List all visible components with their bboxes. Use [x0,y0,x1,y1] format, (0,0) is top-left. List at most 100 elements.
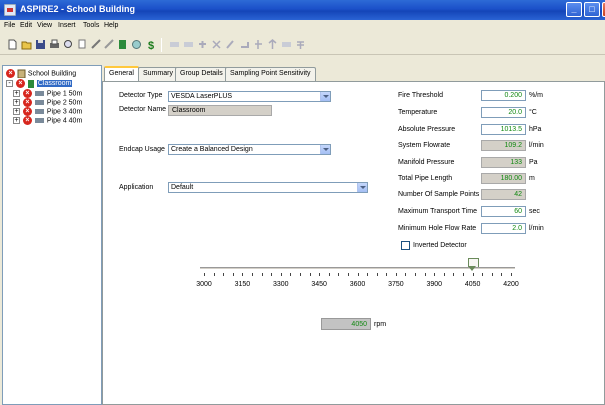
error-icon: × [15,79,25,88]
building-icon [17,69,26,78]
tool-f-icon[interactable] [281,39,292,50]
menu-file[interactable]: File [4,22,15,29]
expand-icon[interactable]: + [13,117,20,124]
param-label: System Flowrate [398,142,451,149]
menu-insert[interactable]: Insert [58,22,76,29]
print-icon[interactable] [49,39,60,50]
detector-name-label: Detector Name [119,106,167,113]
slider-tick [491,273,493,276]
inverted-detector-checkbox[interactable] [401,241,410,250]
maximize-button[interactable]: □ [584,2,600,17]
new-icon[interactable] [7,39,18,50]
param-label: Minimum Hole Flow Rate [398,225,477,232]
slider-tick [357,273,359,276]
expand-icon[interactable]: + [13,108,20,115]
title-bar[interactable]: ASPIRE2 - School Building _ □ × [0,0,605,20]
tree-label: School Building [27,70,77,78]
param-value[interactable]: 2.0 [481,223,526,234]
application-label: Application [119,184,154,191]
minimize-button[interactable]: _ [566,2,582,17]
cap-icon[interactable] [197,39,208,50]
endcap-usage-value: Create a Balanced Design [171,146,253,153]
application-select[interactable]: Default [168,182,368,193]
project-tree[interactable]: × School Building - × Classroom + × Pipe… [2,65,102,405]
tool-a-icon[interactable] [169,39,180,50]
pipe-icon [34,100,44,105]
tree-node-building[interactable]: × School Building [6,69,76,78]
detector-name-field[interactable]: Classroom [168,105,272,116]
tab-general[interactable]: General [104,66,139,81]
tree-label: Classroom [36,80,73,88]
expand-icon[interactable]: + [13,90,20,97]
tree-node-detector[interactable]: - × Classroom [6,79,73,88]
window-title: ASPIRE2 - School Building [20,4,136,14]
slider-label: 3450 [311,281,327,288]
tree-node-pipe[interactable]: + × Pipe 3 40m [13,107,82,116]
tab-summary[interactable]: Summary [138,67,178,81]
detector-type-label: Detector Type [119,92,163,99]
menu-tools[interactable]: Tools [83,22,99,29]
tool-b-icon[interactable] [183,39,194,50]
open-icon[interactable] [21,39,32,50]
param-unit: %/m [529,92,543,99]
rpm-unit: rpm [374,321,387,328]
tab-sampling-point-sensitivity[interactable]: Sampling Point Sensitivity [225,67,316,81]
slider-tick [338,273,340,276]
menu-help[interactable]: Help [104,22,118,29]
chevron-down-icon[interactable] [320,92,330,101]
chevron-down-icon[interactable] [320,145,330,154]
collapse-icon[interactable]: - [6,80,13,87]
pipe-icon [34,118,44,123]
elbow-icon[interactable] [225,39,236,50]
slider-label: 3300 [272,281,289,288]
tool-c-icon[interactable] [239,39,250,50]
expand-icon[interactable]: + [13,99,20,106]
slider-tick [328,273,330,276]
tree-label: Pipe 3 40m [46,108,83,116]
endcap-usage-select[interactable]: Create a Balanced Design [168,144,331,155]
svg-text:$: $ [148,40,154,50]
tree-label: Pipe 2 50m [46,99,83,107]
param-unit: hPa [529,126,542,133]
tree-node-pipe[interactable]: + × Pipe 1 50m [13,89,82,98]
cost-icon[interactable]: $ [146,39,157,50]
fan-speed-slider-thumb[interactable] [468,258,480,271]
error-icon: × [22,116,32,125]
param-value[interactable]: 60 [481,206,526,217]
save-icon[interactable] [35,39,46,50]
app-icon [4,4,16,16]
hole-icon[interactable] [295,39,306,50]
menu-bar: File Edit View Insert Tools Help [0,20,605,35]
param-value[interactable]: 0.200 [481,90,526,101]
chevron-down-icon[interactable] [357,183,367,192]
slider-tick [511,273,512,276]
copy-icon[interactable] [77,39,88,50]
tool-e-icon[interactable] [267,39,278,50]
detector-icon[interactable] [117,39,128,50]
tab-group-details[interactable]: Group Details [175,67,228,81]
menu-edit[interactable]: Edit [20,22,32,29]
slider-tick [309,273,311,276]
pipe-icon[interactable] [91,39,102,50]
slider-tick [415,273,417,276]
slider-tick [271,273,273,276]
pipe-bend-icon[interactable] [104,39,115,50]
fan-icon[interactable] [131,39,142,50]
param-value[interactable]: 1013.5 [481,124,526,135]
param-value[interactable]: 20.0 [481,107,526,118]
tree-node-pipe[interactable]: + × Pipe 4 40m [13,116,82,125]
menu-view[interactable]: View [37,22,52,29]
slider-tick [463,273,465,276]
slider-tick [299,273,301,276]
tool-d-icon[interactable] [253,39,264,50]
slider-tick [501,273,503,276]
param-value: 133 [481,157,526,168]
app-window: ASPIRE2 - School Building _ □ × File Edi… [0,0,605,405]
delete-icon[interactable] [211,39,222,50]
slider-tick [213,273,215,276]
param-label: Number Of Sample Points [398,191,480,198]
slider-label: 4200 [503,281,519,288]
tree-node-pipe[interactable]: + × Pipe 2 50m [13,98,82,107]
detector-type-select[interactable]: VESDA LaserPLUS [168,91,331,102]
preview-icon[interactable] [63,39,74,50]
